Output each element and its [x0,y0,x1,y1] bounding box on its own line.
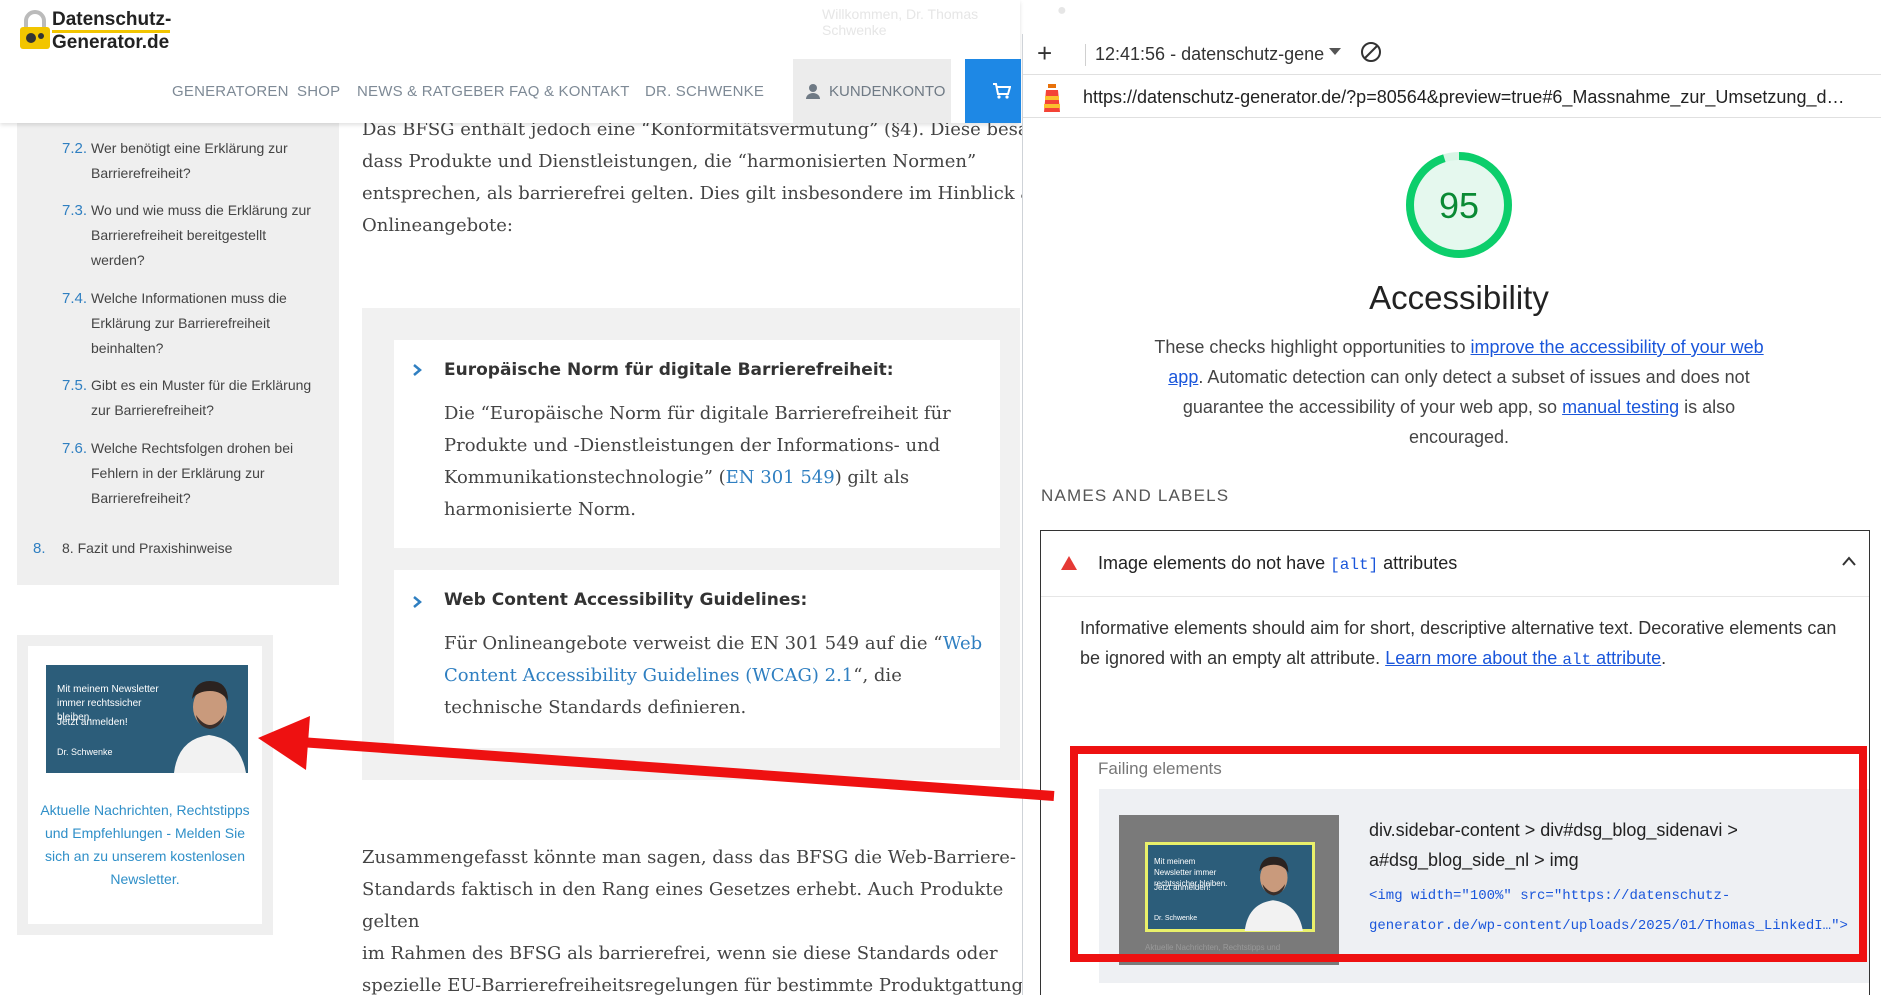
nav-dr-schwenke[interactable]: DR. SCHWENKE [645,83,764,100]
toc-label: Welche Rechtsfolgen drohen bei Fehlern i… [91,440,294,506]
norm-card-wcag[interactable]: Web Content Accessibility Guidelines: Fü… [394,570,1000,748]
toc-label: Wer benötigt eine Erklärung zur Barriere… [91,140,288,181]
banner-brand: Dr. Schwenke [57,747,113,757]
caret-down-icon[interactable] [1329,48,1341,55]
toc-number: 7.2. [62,140,88,157]
fail-triangle-icon [1061,556,1077,570]
report-url-bar: https://datenschutz-generator.de/?p=8056… [1023,74,1881,118]
outro-paragraph: Zusammengefasst könnte man sagen, dass d… [362,847,1046,995]
audit-description: Informative elements should aim for shor… [1080,613,1860,675]
toc-label: 8. Fazit und Praxishinweise [62,540,233,556]
site-header: Datenschutz- Generator.de Willkommen, Dr… [0,0,1067,123]
logo-line1: Datenschutz- [52,10,171,33]
card-body: Die “Europäische Norm für digitale Barri… [444,398,984,526]
description-text: These checks highlight opportunities to [1154,337,1471,357]
clear-icon[interactable] [1359,40,1383,64]
audit-header[interactable]: Image elements do not have [alt] attribu… [1041,531,1869,597]
table-of-contents: 7.2. Wer benötigt eine Erklärung zur Bar… [17,123,339,585]
annotation-highlight-box [1070,746,1867,962]
toc-label: Gibt es ein Muster für die Erklärung zur… [91,377,312,418]
en-301-549-link[interactable]: EN 301 549 [726,467,835,488]
banner-cta: Jetzt anmelden! [57,717,128,728]
cart-icon [993,83,1011,99]
lighthouse-toolbar: + 12:41:56 - datenschutz-generator.de [1023,34,1881,74]
nav-generatoren[interactable]: GENERATOREN [172,83,289,100]
chevron-up-icon[interactable] [1841,555,1857,567]
lock-icon [20,10,50,49]
audit-title: Image elements do not have [alt] attribu… [1098,553,1457,574]
card-title: Web Content Accessibility Guidelines: [444,590,808,610]
nav-news[interactable]: NEWS & RATGEBER [357,83,505,100]
report-selector[interactable]: 12:41:56 - datenschutz-generator.de [1095,44,1325,65]
site-logo[interactable]: Datenschutz- Generator.de [18,6,178,53]
toc-label: Welche Informationen muss die Erklärung … [91,290,287,356]
welcome-text: Willkommen, Dr. Thomas Schwenke [822,6,979,38]
newsletter-widget: Mit meinem Newsletter immer rechtssicher… [17,635,273,935]
card-body: Für Onlineangebote verweist die EN 301 5… [444,628,984,724]
manual-testing-link[interactable]: manual testing [1562,397,1679,417]
toc-number: 8. [33,540,46,557]
user-icon[interactable]: ● [1057,2,1075,20]
toc-number: 7.4. [62,290,88,307]
learn-more-alt-link[interactable]: Learn more about the alt attribute [1385,648,1662,669]
audit-title-text: Image elements do not have [1098,553,1331,573]
audit-group-title: NAMES AND LABELS [1041,486,1230,505]
report-url: https://datenschutz-generator.de/?p=8056… [1083,87,1845,107]
card-text: Für Onlineangebote verweist die EN 301 5… [444,633,943,654]
new-report-icon[interactable]: + [1037,40,1052,66]
account-label: KUNDENKONTO [829,83,946,100]
newsletter-card[interactable]: Mit meinem Newsletter immer rechtssicher… [28,646,262,924]
toc-number: 7.5. [62,377,88,394]
learn-more-text: attribute [1591,648,1662,668]
nav-shop[interactable]: SHOP [297,83,340,100]
article-content: Das BFSG enthält jedoch eine “Konformitä… [362,0,1053,995]
toc-label: Wo und wie muss die Erklärung zur Barrie… [91,202,311,268]
category-title: Accessibility [1369,279,1549,316]
account-button[interactable]: KUNDENKONTO [793,59,951,123]
audit-description-text: . [1661,648,1667,668]
portrait-image [174,681,246,773]
lighthouse-icon [1044,84,1060,112]
audit-title-text: attributes [1378,553,1458,573]
chevron-right-icon [413,364,422,376]
learn-more-text: Learn more about the [1385,648,1563,668]
category-description: These checks highlight opportunities to … [1153,332,1765,452]
cart-button[interactable] [965,59,1021,123]
audit-title-code: [alt] [1330,556,1379,574]
nav-faq[interactable]: FAQ & KONTAKT [509,83,630,100]
accessibility-score: 95 [1438,185,1480,226]
toc-number: 7.6. [62,440,88,457]
newsletter-text[interactable]: Aktuelle Nachrichten, Rechtstipps und Em… [38,799,252,891]
user-icon [806,84,820,99]
learn-more-code: alt [1562,651,1592,669]
newsletter-banner-image[interactable]: Mit meinem Newsletter immer rechtssicher… [46,665,248,773]
toolbar-divider [1085,44,1086,66]
card-title: Europäische Norm für digitale Barrierefr… [444,360,894,380]
intro-paragraph: Das BFSG enthält jedoch eine “Konformitä… [362,119,1054,236]
toc-number: 7.3. [62,202,88,219]
norms-box: Europäische Norm für digitale Barrierefr… [362,308,1020,780]
chevron-right-icon [413,596,422,608]
norm-card-en[interactable]: Europäische Norm für digitale Barrierefr… [394,340,1000,548]
logo-line2: Generator.de [52,32,170,53]
